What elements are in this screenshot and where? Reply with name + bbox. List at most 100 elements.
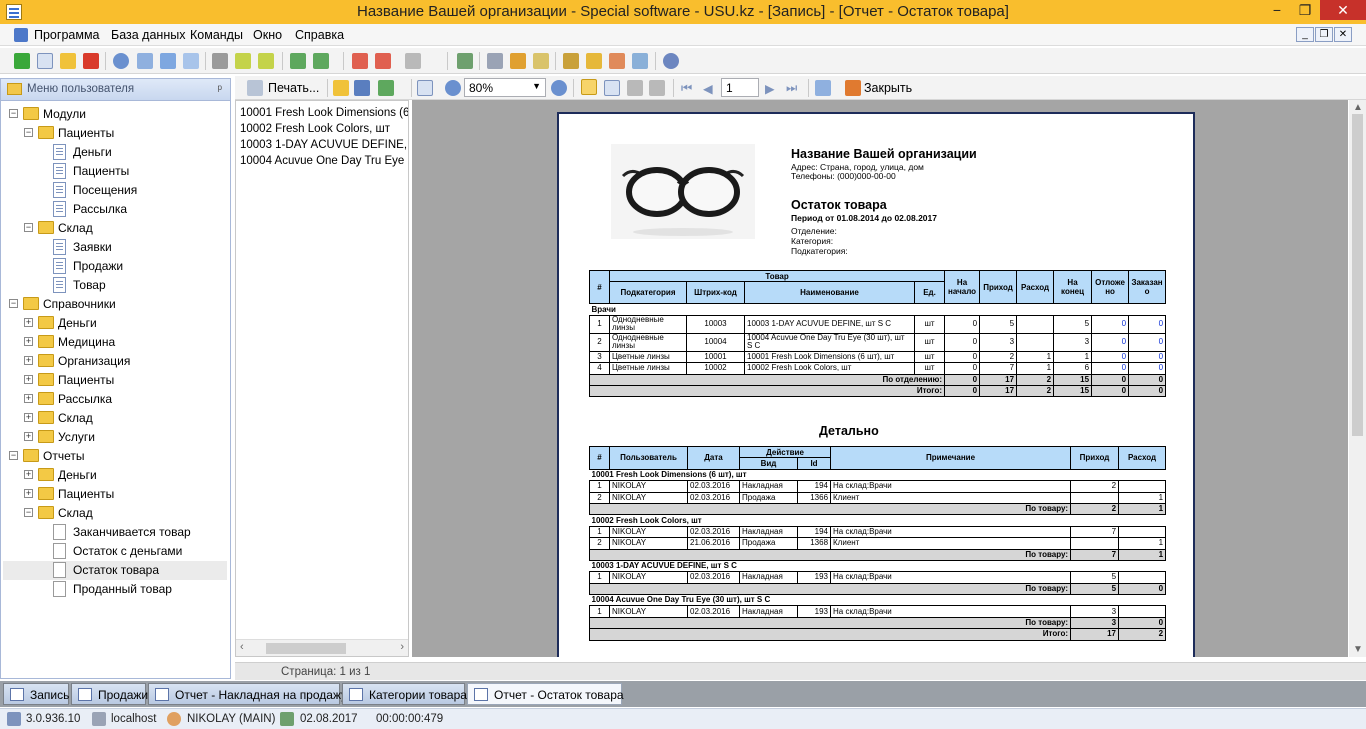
sidebar-item[interactable]: Проданный товар [3,580,227,599]
tab-sales-invoice-report[interactable]: Отчет - Накладная на продажу [148,683,347,705]
zoom-select[interactable]: 80% ▼ [464,78,546,97]
filter-icon[interactable] [137,53,153,69]
collapse-icon[interactable]: − [24,128,33,137]
sidebar-item[interactable]: Заявки [3,238,227,257]
import-icon[interactable] [313,53,329,69]
sidebar-item[interactable]: Посещения [3,181,227,200]
next-page-icon[interactable]: ▶ [765,81,775,96]
list-item[interactable]: 10001 Fresh Look Dimensions (6 шт [240,107,408,119]
first-page-icon[interactable]: ⏮ [681,81,692,96]
add-record-icon[interactable] [14,53,30,69]
expand-icon[interactable]: + [24,394,33,403]
sidebar-item[interactable]: + Пациенты [3,371,227,390]
pin-icon[interactable]: ᵖ [217,82,222,96]
binoculars-icon[interactable] [212,53,228,69]
user-settings-icon[interactable] [632,53,648,69]
tab-stock-report[interactable]: Отчет - Остаток товара [467,683,624,705]
key-icon[interactable] [586,53,602,69]
page-setup-icon[interactable] [417,80,433,96]
users-icon[interactable] [609,53,625,69]
expand-icon[interactable]: + [24,413,33,422]
copy-record-icon[interactable] [37,53,53,69]
delete-record-icon[interactable] [83,53,99,69]
sidebar-item[interactable]: − Склад [3,504,227,523]
lock-icon[interactable] [563,53,579,69]
mdi-restore-button[interactable]: ❐ [1315,27,1333,42]
minimize-button[interactable]: − [1263,0,1291,20]
zoom-in-icon[interactable] [445,80,461,96]
tab-sales[interactable]: Продажи [71,683,148,705]
collapse-icon[interactable]: − [24,223,33,232]
menu-commands[interactable]: Команды [190,28,243,42]
sidebar-item[interactable]: + Организация [3,352,227,371]
expand-icon[interactable]: + [24,318,33,327]
sidebar-item[interactable]: Заканчивается товар [3,523,227,542]
sidebar-item[interactable]: Продажи [3,257,227,276]
sidebar-item[interactable]: + Пациенты [3,485,227,504]
sidebar-item[interactable]: Пациенты [3,162,227,181]
sidebar-item[interactable]: + Деньги [3,466,227,485]
horizontal-scrollbar[interactable]: ‹ › [236,639,408,656]
sidebar-item[interactable]: − Склад [3,219,227,238]
sidebar-item[interactable]: − Справочники [3,295,227,314]
scroll-right-icon[interactable]: › [400,641,404,653]
sort-icon[interactable] [235,53,251,69]
maximize-button[interactable]: ❐ [1291,0,1319,20]
mdi-minimize-button[interactable]: _ [1296,27,1314,42]
multi-page-icon[interactable] [627,80,643,96]
sidebar-item[interactable]: Деньги [3,143,227,162]
sidebar-item[interactable]: Товар [3,276,227,295]
collapse-icon[interactable]: − [9,299,18,308]
page-number-input[interactable]: 1 [721,78,759,97]
export-icon[interactable] [290,53,306,69]
refresh-report-icon[interactable] [815,80,831,96]
printer-icon[interactable] [247,80,263,96]
zoom-out-icon[interactable] [551,80,567,96]
vertical-scrollbar[interactable]: ▲ ▼ [1349,100,1366,657]
expand-icon[interactable]: + [24,489,33,498]
sidebar-item[interactable]: + Медицина [3,333,227,352]
sidebar-item[interactable]: − Модули [3,105,227,124]
edit-settings-icon[interactable] [533,53,549,69]
open-icon[interactable] [333,80,349,96]
expand-icon[interactable]: + [24,432,33,441]
sidebar-item[interactable]: − Отчеты [3,447,227,466]
comment-icon[interactable] [183,53,199,69]
menu-database[interactable]: База данных [111,28,185,42]
expand-icon[interactable]: + [24,356,33,365]
mdi-close-button[interactable]: ✕ [1334,27,1352,42]
close-report-icon[interactable] [845,80,861,96]
sidebar-item[interactable]: + Деньги [3,314,227,333]
calendar-icon[interactable] [457,53,473,69]
collapse-icon[interactable]: − [9,451,18,460]
list-item[interactable]: 10003 1-DAY ACUVUE DEFINE, ш [240,139,408,151]
scroll-left-icon[interactable]: ‹ [240,641,244,653]
sidebar-item[interactable]: − Пациенты [3,124,227,143]
close-report-button[interactable]: Закрыть [864,81,912,95]
two-pages-icon[interactable] [604,80,620,96]
about-icon[interactable] [663,53,679,69]
scroll-up-icon[interactable]: ▲ [1353,102,1363,113]
collapse-icon[interactable]: − [9,109,18,118]
tab-record[interactable]: Запись [3,683,69,705]
sidebar-item[interactable]: + Склад [3,409,227,428]
sidebar-item[interactable]: Остаток с деньгами [3,542,227,561]
save-icon[interactable] [354,80,370,96]
sound-icon[interactable] [405,53,421,69]
collapse-icon[interactable]: − [24,508,33,517]
menu-window[interactable]: Окно [253,28,282,42]
expand-icon[interactable]: + [24,375,33,384]
expand-icon[interactable]: + [24,470,33,479]
single-page-icon[interactable] [581,79,597,95]
search-icon[interactable] [113,53,129,69]
sidebar-item[interactable]: Остаток товара [3,561,227,580]
edit-page-icon[interactable] [649,80,665,96]
group-icon[interactable] [258,53,274,69]
list-item[interactable]: 10004 Acuvue One Day Tru Eye ( [240,155,408,167]
new-window-icon[interactable] [352,53,368,69]
scroll-down-icon[interactable]: ▼ [1353,644,1363,655]
tab-product-categories[interactable]: Категории товара [342,683,467,705]
close-window-button[interactable]: ✕ [1320,0,1366,20]
print-button[interactable]: Печать... [268,81,319,95]
window-list-icon[interactable] [375,53,391,69]
